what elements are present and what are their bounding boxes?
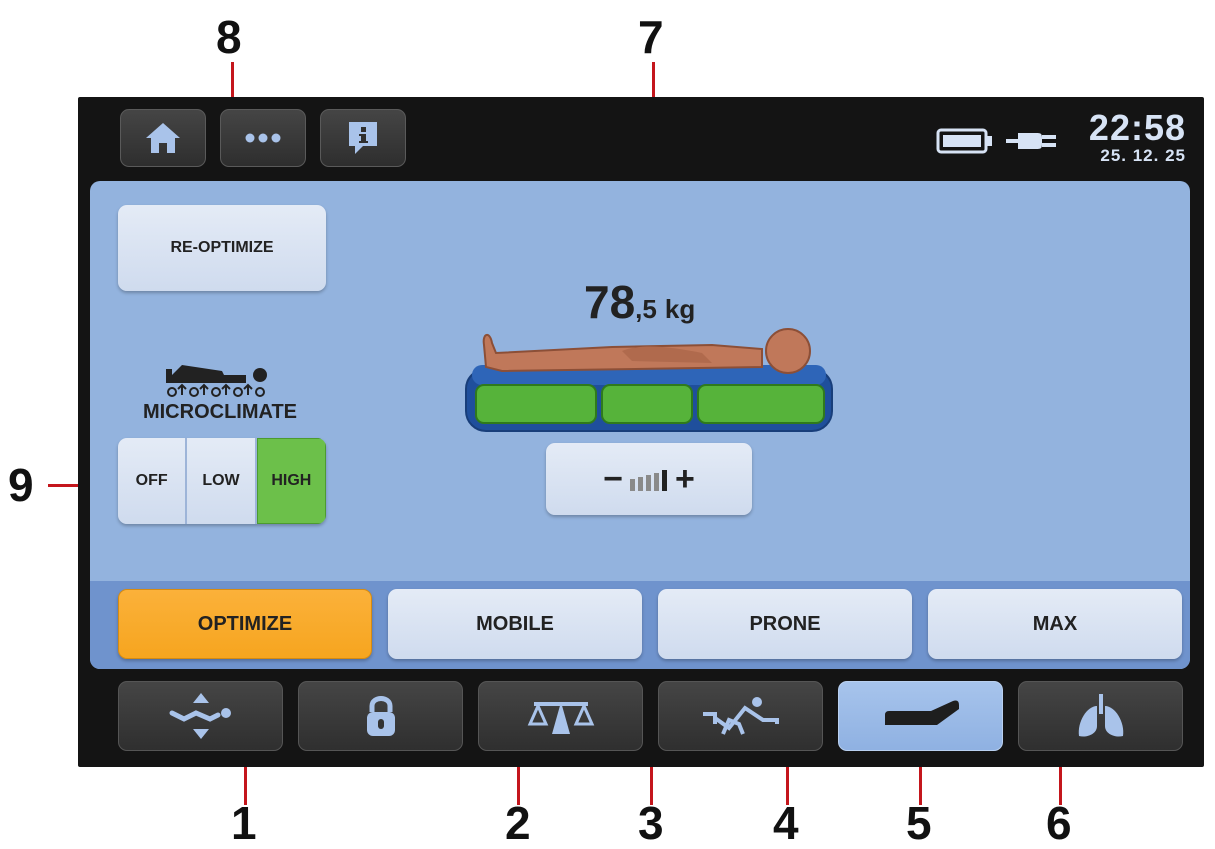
callout-number-8: 8	[216, 11, 242, 63]
clock: 22:58 25. 12. 25	[1089, 109, 1186, 165]
nav-scale[interactable]	[478, 681, 643, 751]
info-button[interactable]	[320, 109, 406, 167]
home-icon	[146, 123, 180, 153]
mode-prone-label: PRONE	[749, 612, 821, 635]
mattress-zone-torso	[601, 384, 693, 424]
scale-icon	[527, 702, 594, 734]
microclimate-off-label: OFF	[135, 472, 168, 489]
callout-number-6: 6	[1046, 797, 1072, 849]
callout-number-4: 4	[773, 797, 799, 849]
microclimate-icon	[166, 365, 267, 397]
nav-bed-positions[interactable]	[658, 681, 823, 751]
microclimate-off[interactable]: OFF	[118, 438, 188, 524]
firmness-adjust-button[interactable]: − +	[546, 443, 752, 515]
nav-lock[interactable]	[298, 681, 463, 751]
callout-number-9: 9	[8, 459, 34, 511]
weight-unit: kg	[664, 294, 696, 324]
nav-bed-height[interactable]	[118, 681, 283, 751]
callout-number-2: 2	[505, 797, 531, 849]
home-button[interactable]	[120, 109, 206, 167]
mode-max-button[interactable]: MAX	[928, 589, 1182, 659]
nav-lungs[interactable]	[1018, 681, 1183, 751]
battery-icon	[936, 128, 992, 154]
weight-fraction: ,5	[635, 294, 657, 324]
microclimate-high-label: HIGH	[271, 472, 312, 489]
mode-mobile-button[interactable]: MOBILE	[388, 589, 642, 659]
level-bars-icon	[630, 470, 667, 491]
microclimate-selector: OFF LOW HIGH	[118, 438, 326, 524]
power-plug-icon	[1006, 133, 1056, 149]
main-panel: RE-OPTIMIZE 78 ,5 kg MICROCLIMATE OFF LO…	[90, 181, 1190, 669]
callout-number-1: 1	[231, 797, 257, 849]
microclimate-low[interactable]: LOW	[187, 438, 257, 524]
mode-strip: OPTIMIZE MOBILE PRONE MAX	[90, 581, 1190, 669]
mode-optimize-label: OPTIMIZE	[197, 612, 293, 635]
plus-icon: +	[675, 460, 695, 498]
mode-max-label: MAX	[1032, 612, 1078, 635]
more-dots-icon	[245, 133, 281, 143]
mattress-zone-legs	[475, 384, 597, 424]
mode-mobile-label: MOBILE	[476, 612, 554, 635]
bed-height-icon	[169, 693, 231, 739]
re-optimize-button[interactable]: RE-OPTIMIZE	[118, 205, 326, 291]
callout-number-5: 5	[906, 797, 932, 849]
patient-weight: 78 ,5 kg	[584, 275, 695, 329]
clock-date: 25. 12. 25	[1100, 146, 1186, 165]
more-button[interactable]	[220, 109, 306, 167]
re-optimize-label: RE-OPTIMIZE	[170, 239, 274, 256]
microclimate-low-label: LOW	[202, 472, 240, 489]
weight-whole: 78	[584, 276, 636, 328]
bed-positions-icon	[702, 697, 779, 735]
info-icon	[349, 122, 377, 154]
minus-icon: −	[603, 460, 623, 498]
device-screen: 22:58 25. 12. 25 RE-OPTIMIZE 78 ,5 kg MI…	[78, 97, 1204, 767]
mattress-icon	[884, 700, 959, 725]
nav-mattress[interactable]	[838, 681, 1003, 751]
mode-prone-button[interactable]: PRONE	[658, 589, 912, 659]
lock-icon	[366, 696, 395, 736]
microclimate-title: MICROCLIMATE	[142, 401, 298, 423]
mattress-zone-head	[697, 384, 825, 424]
callout-number-7: 7	[638, 11, 664, 63]
patient-mattress-illustration	[465, 328, 833, 432]
lungs-icon	[1078, 694, 1123, 737]
microclimate-high[interactable]: HIGH	[256, 438, 326, 524]
mode-optimize-button[interactable]: OPTIMIZE	[118, 589, 372, 659]
callout-number-3: 3	[638, 797, 664, 849]
clock-time: 22:58	[1088, 107, 1186, 148]
